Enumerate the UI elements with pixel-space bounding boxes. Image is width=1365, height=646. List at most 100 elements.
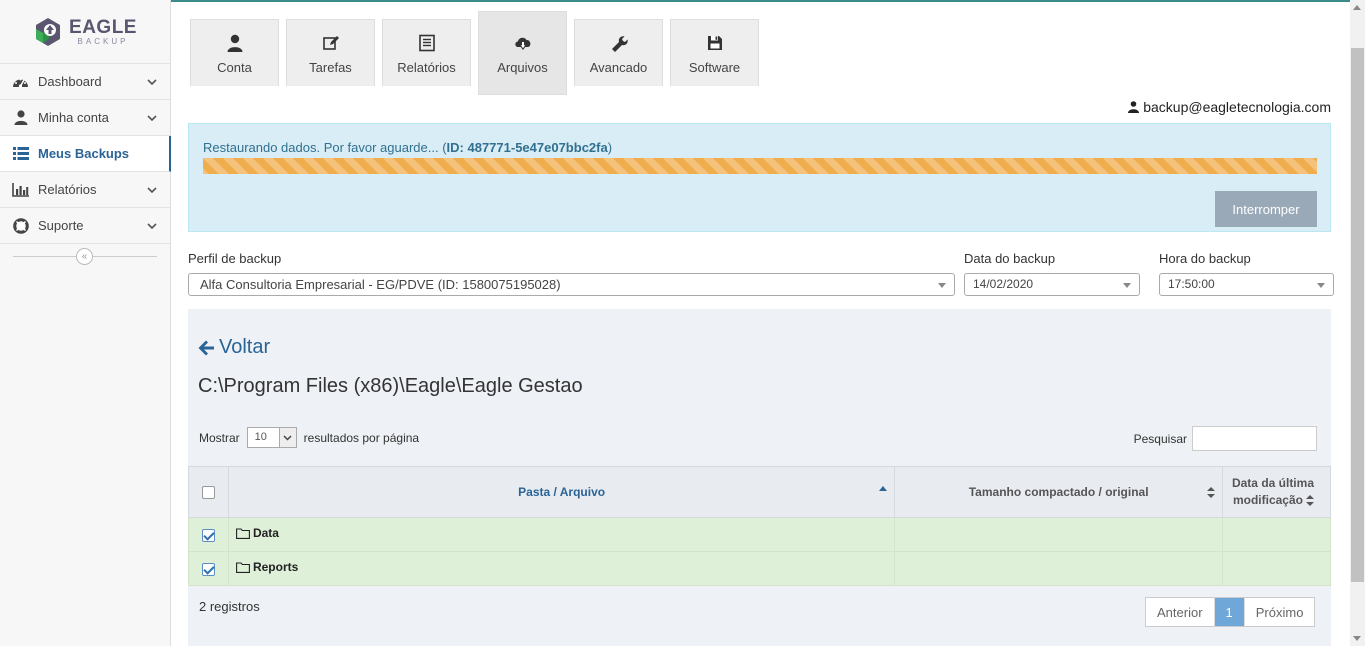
bar-chart-icon (11, 182, 30, 198)
folder-name: Reports (252, 560, 299, 574)
row-size-cell (894, 517, 1223, 552)
dashboard-icon (11, 74, 30, 90)
user-icon (1128, 101, 1140, 113)
tab-label: Arquivos (497, 60, 548, 75)
date-select-value: 14/02/2020 (973, 277, 1034, 291)
page-scrollbar[interactable] (1350, 0, 1365, 646)
sidebar: EAGLE BACKUP Dashboard Minha conta Meus … (0, 0, 171, 646)
date-label: Data do backup (964, 251, 1056, 266)
sidebar-item-label: Dashboard (38, 74, 102, 89)
files-table: Pasta / Arquivo Tamanho compactado / ori… (188, 466, 1331, 586)
restore-message-text: Restaurando dados. Por favor aguarde... … (203, 140, 447, 155)
user-email: backup@eagletecnologia.com (1143, 99, 1331, 115)
folder-name: Data (252, 526, 279, 540)
sort-icon (1306, 495, 1314, 507)
pagination-page-1[interactable]: 1 (1214, 598, 1245, 626)
restore-id: ID: 487771-5e47e07bbc2fa (446, 140, 608, 155)
dropdown-arrow-icon (1123, 283, 1131, 288)
column-header-label: Tamanho compactado / original (968, 485, 1149, 499)
profile-select[interactable]: Alfa Consultoria Empresarial - EG/PDVE (… (188, 273, 955, 296)
row-modified-cell (1222, 517, 1331, 552)
lifebuoy-icon (11, 217, 30, 234)
stop-restore-button[interactable]: Interromper (1215, 191, 1317, 227)
sidebar-nav: Dashboard Minha conta Meus Backups Relat… (0, 63, 171, 244)
sidebar-item-dashboard[interactable]: Dashboard (0, 64, 170, 100)
page-length-select[interactable]: 10 (246, 427, 297, 448)
scroll-up-icon[interactable] (1353, 5, 1361, 10)
sidebar-item-label: Suporte (38, 218, 84, 233)
column-header-size[interactable]: Tamanho compactado / original (894, 466, 1223, 518)
tab-relatorios[interactable]: Relatórios (382, 19, 471, 86)
restore-progress-fill (203, 158, 1317, 174)
pagination-previous[interactable]: Anterior (1146, 598, 1215, 626)
select-all-header (188, 466, 229, 518)
folder-link[interactable]: Data (236, 526, 279, 540)
user-icon (11, 110, 30, 126)
sidebar-item-label: Relatórios (38, 182, 97, 197)
row-name-cell: Data (227, 517, 896, 552)
profile-select-value: Alfa Consultoria Empresarial - EG/PDVE (… (200, 277, 561, 292)
select-all-checkbox[interactable] (201, 486, 215, 500)
edit-icon (322, 36, 339, 50)
sidebar-collapse-row: « (0, 244, 170, 268)
chevron-down-icon (147, 114, 157, 121)
folder-icon (236, 561, 250, 573)
user-account[interactable]: backup@eagletecnologia.com (1128, 99, 1331, 115)
tab-tarefas[interactable]: Tarefas (286, 19, 375, 86)
brand-logo[interactable]: EAGLE BACKUP (0, 0, 170, 63)
chevron-down-icon (147, 186, 157, 193)
chevron-down-icon (278, 428, 296, 447)
collapse-sidebar-button[interactable]: « (76, 248, 93, 265)
sidebar-item-minha-conta[interactable]: Minha conta (0, 100, 170, 136)
restore-message: Restaurando dados. Por favor aguarde... … (203, 140, 612, 155)
page-length-control: Mostrar 10 resultados por página (199, 427, 419, 448)
scroll-down-icon[interactable] (1353, 636, 1361, 641)
tab-arquivos[interactable]: Arquivos (478, 11, 567, 95)
table-row[interactable]: Reports (188, 551, 1331, 586)
folder-link[interactable]: Reports (236, 560, 298, 574)
sidebar-item-relatorios[interactable]: Relatórios (0, 172, 170, 208)
table-row[interactable]: Data (188, 517, 1331, 552)
column-header-modified[interactable]: Data da última modificação (1222, 466, 1331, 518)
pagination-next[interactable]: Próximo (1245, 598, 1315, 626)
profile-label: Perfil de backup (188, 251, 282, 266)
row-checkbox[interactable] (201, 528, 215, 542)
time-select[interactable]: 17:50:00 (1159, 273, 1334, 296)
search-control: Pesquisar (1134, 426, 1317, 451)
back-link[interactable]: Voltar (197, 336, 270, 359)
current-path: C:\Program Files (x86)\Eagle\Eagle Gesta… (198, 375, 583, 397)
records-count: 2 registros (199, 599, 260, 614)
sidebar-item-suporte[interactable]: Suporte (0, 208, 170, 244)
arrow-left-icon (198, 340, 214, 355)
column-header-name[interactable]: Pasta / Arquivo (227, 466, 896, 518)
scrollbar-thumb[interactable] (1351, 48, 1364, 582)
restore-message-close: ) (607, 140, 613, 155)
eagle-logo-icon (36, 17, 61, 46)
table-header-row: Pasta / Arquivo Tamanho compactado / ori… (188, 466, 1331, 518)
restore-alert: Restaurando dados. Por favor aguarde... … (188, 123, 1331, 232)
main-tabs: Conta Tarefas Relatórios Arquivos Avanca… (190, 11, 759, 95)
brand-sub: BACKUP (77, 36, 129, 46)
dropdown-arrow-icon (938, 283, 946, 288)
tab-software[interactable]: Software (670, 19, 759, 86)
sort-icon (1207, 487, 1215, 498)
time-select-value: 17:50:00 (1168, 277, 1215, 291)
show-label: Mostrar (199, 430, 240, 445)
top-accent-line (171, 0, 1350, 2)
tab-conta[interactable]: Conta (190, 19, 279, 86)
search-input[interactable] (1192, 426, 1317, 451)
cloud-download-icon (514, 37, 530, 50)
column-header-label: modificação (1232, 493, 1303, 507)
date-select[interactable]: 14/02/2020 (964, 273, 1140, 296)
sidebar-item-meus-backups[interactable]: Meus Backups (0, 136, 171, 172)
row-select-cell (188, 551, 229, 586)
user-icon (227, 34, 242, 52)
tab-avancado[interactable]: Avancado (574, 19, 663, 86)
tab-label: Software (688, 60, 741, 75)
row-modified-cell (1222, 551, 1331, 586)
row-size-cell (894, 551, 1223, 586)
sidebar-item-label: Meus Backups (38, 146, 130, 161)
search-label: Pesquisar (1133, 431, 1187, 446)
brand-name: EAGLE (69, 16, 137, 38)
row-checkbox[interactable] (201, 562, 215, 576)
